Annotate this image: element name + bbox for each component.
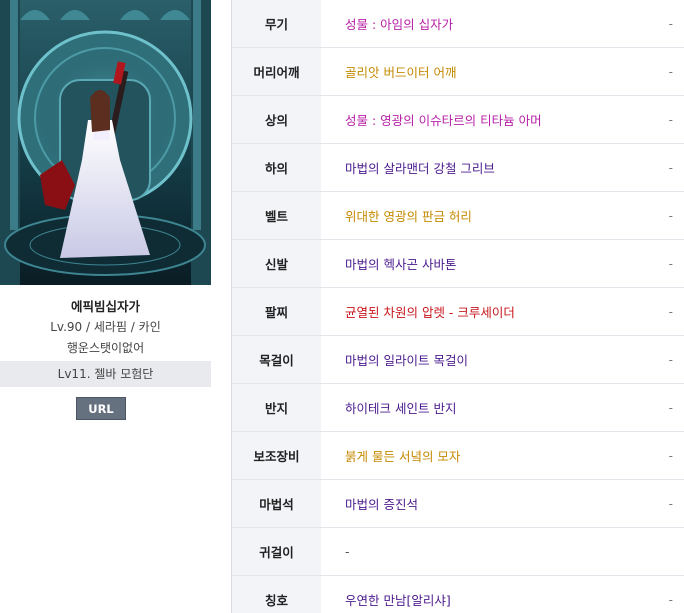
equipment-table: 무기 성물 : 아임의 십자가 - 머리어깨 골리앗 버드이터 어깨 - 상의 성물 : 영광… [231, 0, 684, 613]
equipment-slot-label: 귀걸이 [232, 528, 321, 575]
equipment-item-name[interactable]: 골리앗 버드이터 어깨 [345, 48, 456, 95]
character-portrait-image [0, 0, 211, 285]
equipment-row: 보조장비 붉게 물든 서녘의 모자 - [232, 432, 684, 480]
equipment-slot-label: 반지 [232, 384, 321, 431]
adventure-group: Lv11. 젤바 모험단 [0, 361, 211, 387]
equipment-row: 반지 하이테크 세인트 반지 - [232, 384, 684, 432]
equipment-note: - [668, 592, 673, 607]
equipment-note: - [668, 496, 673, 511]
equipment-slot-label: 무기 [232, 0, 321, 47]
equipment-item-name[interactable]: 마법의 헥사곤 사바톤 [345, 240, 456, 287]
equipment-note: - [668, 160, 673, 175]
equipment-item-name[interactable]: 성물 : 영광의 이슈타르의 티타늄 아머 [345, 96, 542, 143]
equipment-slot-label: 팔찌 [232, 288, 321, 335]
equipment-item-name[interactable]: 위대한 영광의 판금 허리 [345, 192, 472, 239]
equipment-note: - [668, 400, 673, 415]
equipment-note: - [668, 208, 673, 223]
equipment-item-name[interactable]: 우연한 만남[알리샤] [345, 576, 451, 613]
equipment-note: - [668, 112, 673, 127]
equipment-note: - [668, 304, 673, 319]
equipment-slot-label: 목걸이 [232, 336, 321, 383]
equipment-slot-label: 머리어깨 [232, 48, 321, 95]
equipment-note: - [668, 16, 673, 31]
equipment-item-name[interactable]: 균열된 차원의 압렛 - 크루세이더 [345, 288, 515, 335]
equipment-row: 무기 성물 : 아임의 십자가 - [232, 0, 684, 48]
character-class-line: Lv.90 / 세라핌 / 카인 [50, 320, 161, 334]
gutter [211, 0, 231, 613]
equipment-slot-label: 칭호 [232, 576, 321, 613]
equipment-item-name[interactable]: 하이테크 세인트 반지 [345, 384, 456, 431]
equipment-row: 귀걸이 - [232, 528, 684, 576]
equipment-row: 칭호 우연한 만남[알리샤] - [232, 576, 684, 613]
character-sub-line: 행운스탯이없어 [66, 341, 145, 355]
equipment-row: 팔찌 균열된 차원의 압렛 - 크루세이더 - [232, 288, 684, 336]
equipment-row: 상의 성물 : 영광의 이슈타르의 티타늄 아머 - [232, 96, 684, 144]
character-name: 에픽빔십자가 [70, 299, 140, 314]
equipment-item-name[interactable]: 마법의 살라맨더 강철 그리브 [345, 144, 495, 191]
equipment-note: - [668, 64, 673, 79]
equipment-note: - [668, 352, 673, 367]
character-panel: 에픽빔십자가 Lv.90 / 세라핌 / 카인 행운스탯이없어 Lv11. 젤바… [0, 0, 211, 613]
equipment-row: 신발 마법의 헥사곤 사바톤 - [232, 240, 684, 288]
equipment-slot-label: 보조장비 [232, 432, 321, 479]
equipment-item-name[interactable]: 성물 : 아임의 십자가 [345, 0, 453, 47]
equipment-item-name[interactable]: 붉게 물든 서녘의 모자 [345, 432, 460, 479]
equipment-slot-label: 벨트 [232, 192, 321, 239]
equipment-item-name[interactable]: 마법의 증진석 [345, 480, 418, 527]
equipment-row: 벨트 위대한 영광의 판금 허리 - [232, 192, 684, 240]
equipment-row: 마법석 마법의 증진석 - [232, 480, 684, 528]
equipment-note: - [668, 448, 673, 463]
equipment-item-name[interactable]: 마법의 일라이트 목걸이 [345, 336, 468, 383]
equipment-item-name[interactable]: - [345, 528, 350, 575]
equipment-slot-label: 하의 [232, 144, 321, 191]
equipment-slot-label: 상의 [232, 96, 321, 143]
equipment-row: 머리어깨 골리앗 버드이터 어깨 - [232, 48, 684, 96]
url-button[interactable]: URL [76, 397, 126, 420]
equipment-row: 목걸이 마법의 일라이트 목걸이 - [232, 336, 684, 384]
equipment-slot-label: 마법석 [232, 480, 321, 527]
equipment-slot-label: 신발 [232, 240, 321, 287]
character-portrait [0, 0, 211, 285]
equipment-note: - [668, 256, 673, 271]
equipment-row: 하의 마법의 살라맨더 강철 그리브 - [232, 144, 684, 192]
